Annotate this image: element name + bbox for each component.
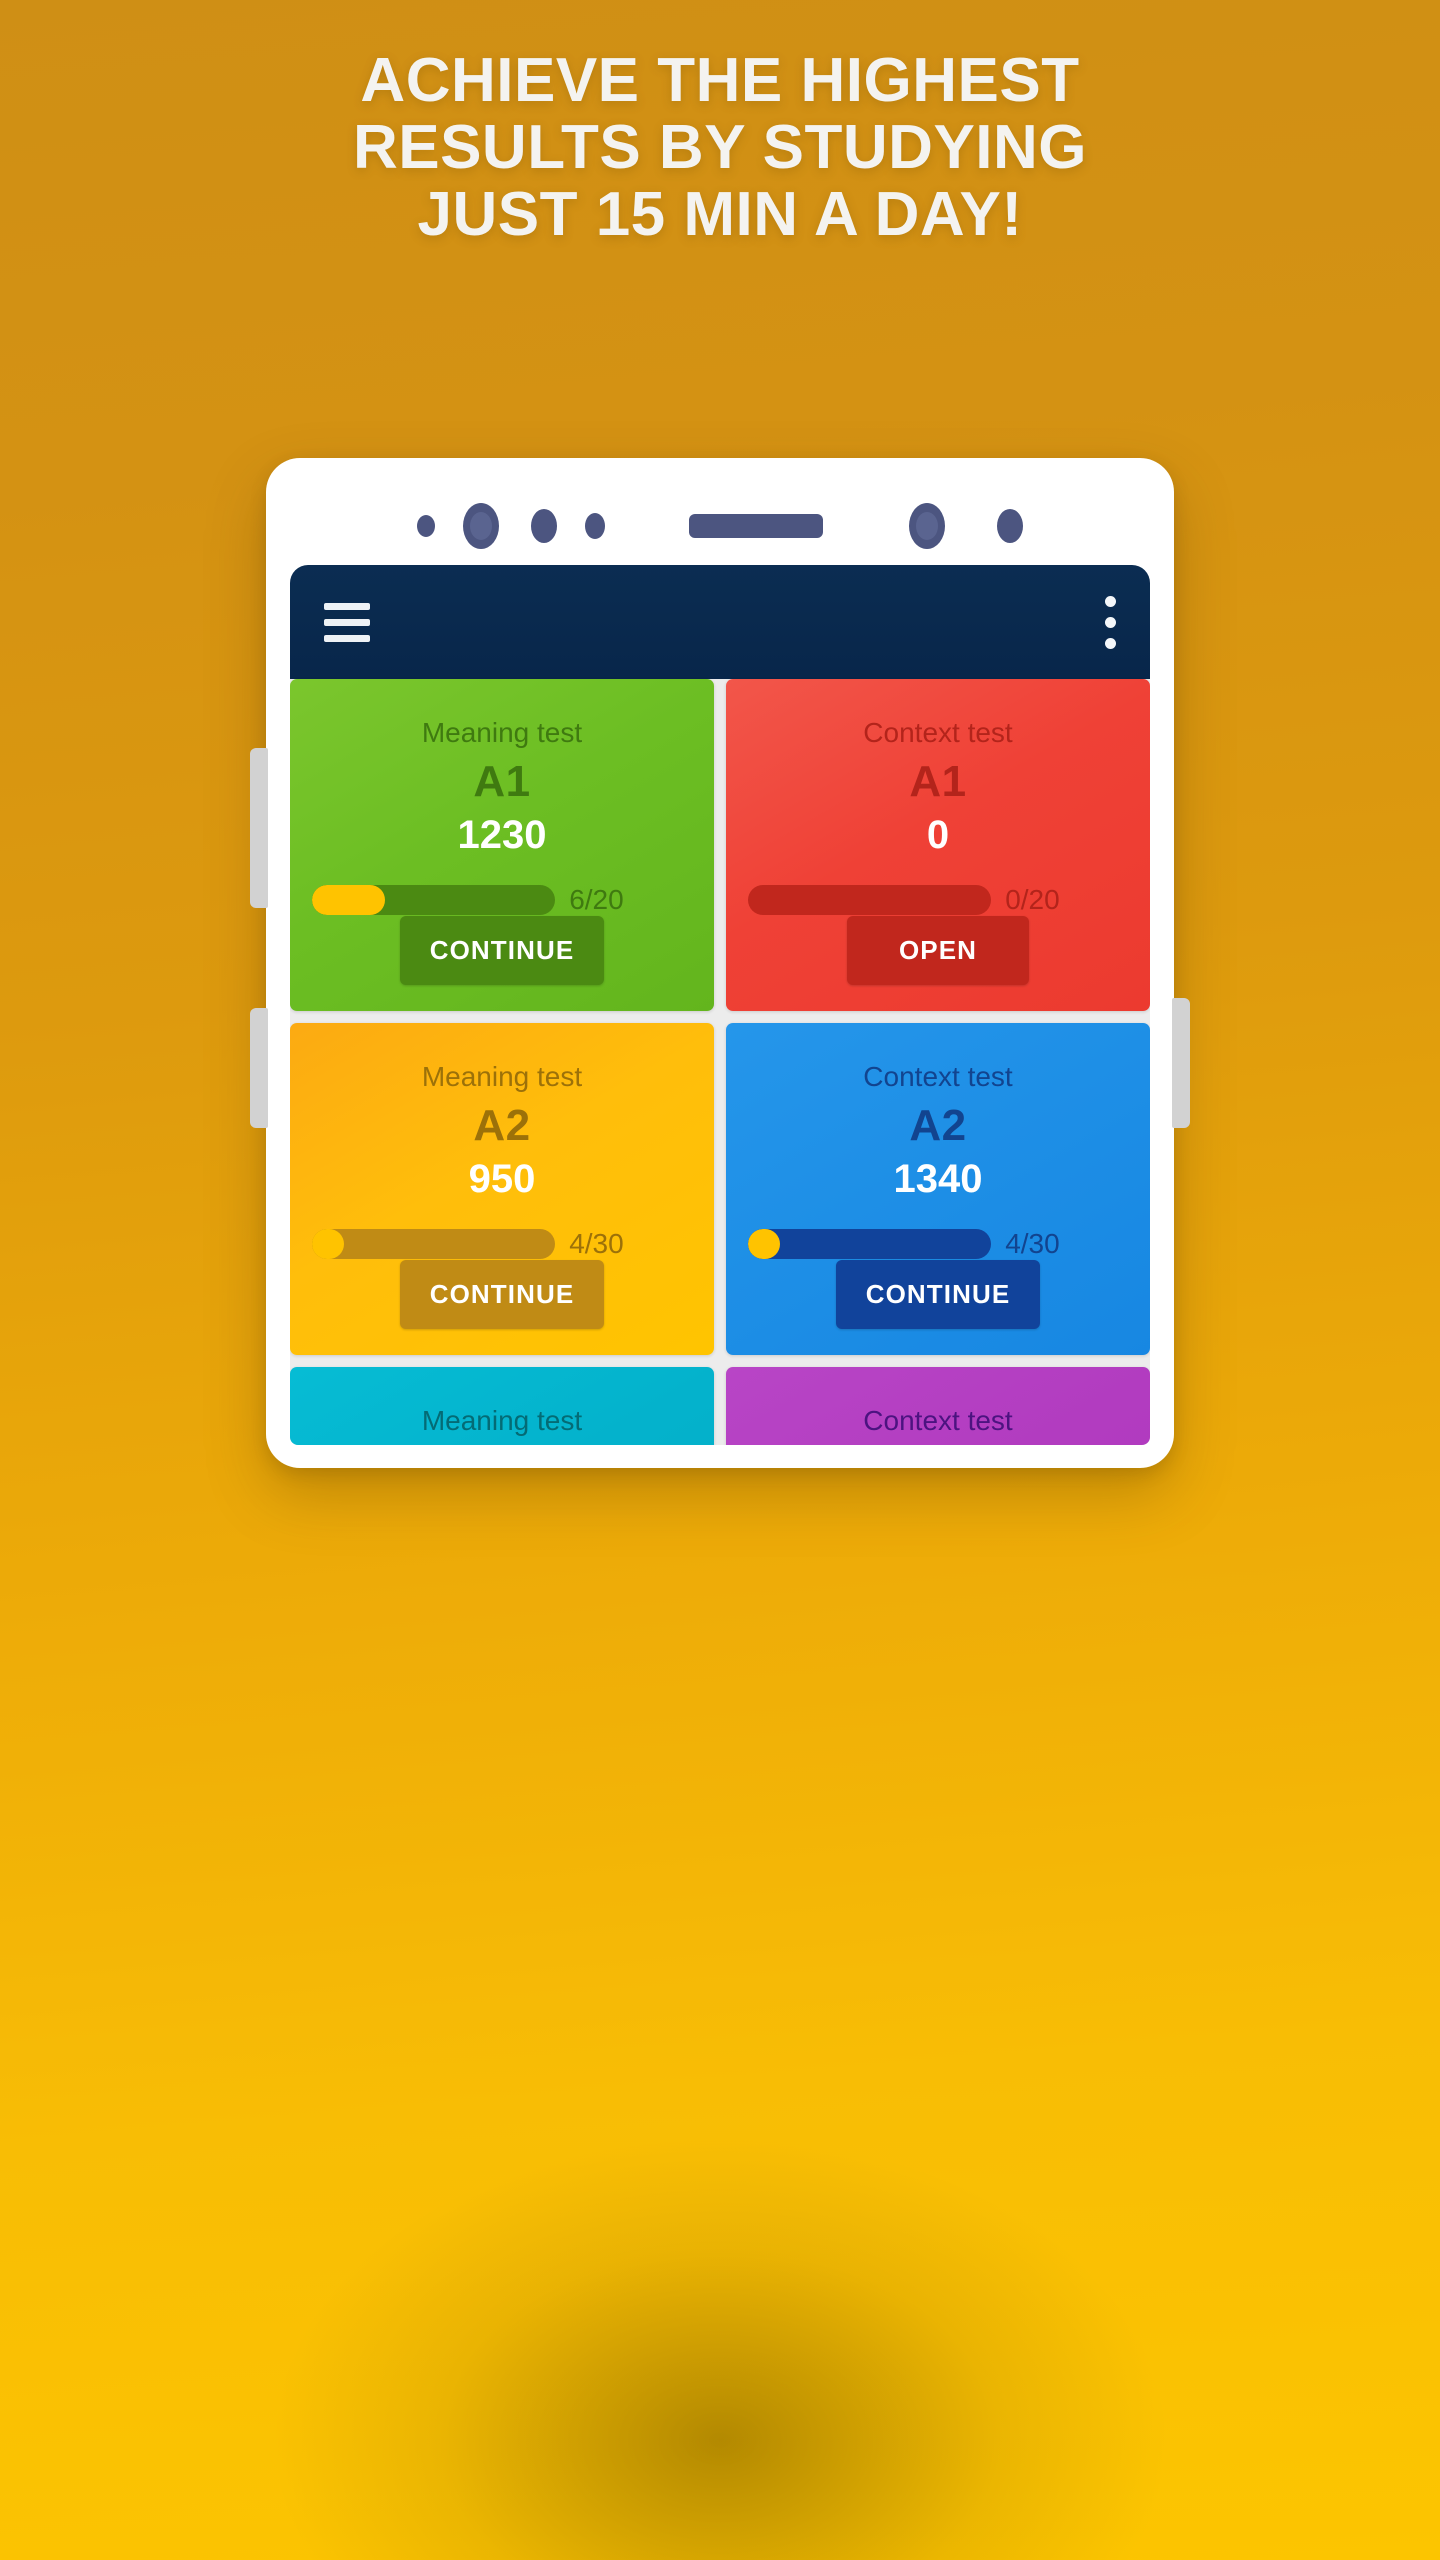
- test-card[interactable]: Meaning test B1 0 0/40 OPEN: [290, 1367, 714, 1445]
- card-level: A2: [909, 1101, 967, 1150]
- progress-fill: [312, 1229, 344, 1259]
- progress-track: [312, 885, 556, 915]
- headline-line-3: JUST 15 MIN A DAY!: [417, 179, 1023, 249]
- app-bar: [290, 565, 1150, 679]
- test-card[interactable]: Context test A2 1340 4/30 CONTINUE: [726, 1023, 1150, 1355]
- more-vertical-icon[interactable]: [1104, 595, 1116, 649]
- card-score: 950: [468, 1157, 536, 1201]
- promo-headline: ACHIEVE THE HIGHEST RESULTS BY STUDYING …: [0, 46, 1440, 249]
- card-title: Meaning test: [421, 717, 583, 748]
- card-score: 0: [926, 813, 950, 857]
- card-level: A1: [909, 757, 967, 806]
- progress-fraction: 4/30: [1005, 1228, 1060, 1259]
- earpiece-speaker-icon: [689, 514, 823, 538]
- card-progress-row: 4/30: [748, 1228, 1128, 1260]
- headline-line-2: RESULTS BY STUDYING: [352, 112, 1088, 182]
- card-action-button[interactable]: CONTINUE: [835, 1260, 1041, 1329]
- progress-fill: [312, 885, 385, 915]
- card-action-button[interactable]: CONTINUE: [399, 916, 605, 985]
- volume-up-button[interactable]: [250, 748, 268, 908]
- card-action-button[interactable]: OPEN: [847, 916, 1029, 985]
- progress-fill: [748, 1229, 780, 1259]
- progress-track: [748, 885, 992, 915]
- progress-fraction: 0/20: [1005, 884, 1060, 915]
- progress-fraction: 4/30: [569, 1228, 624, 1259]
- light-sensor-icon: [585, 513, 605, 539]
- led-indicator-icon: [997, 509, 1023, 543]
- card-progress-row: 0/20: [748, 884, 1128, 916]
- test-card[interactable]: Meaning test A2 950 4/30 CONTINUE: [290, 1023, 714, 1355]
- card-action-button[interactable]: CONTINUE: [399, 1260, 605, 1329]
- card-progress-row: 6/20: [312, 884, 692, 916]
- front-camera-icon: [463, 503, 499, 549]
- phone-body: Meaning test A1 1230 6/20 CONTINUE Conte…: [250, 458, 1190, 1468]
- phone-screen: Meaning test A1 1230 6/20 CONTINUE Conte…: [290, 565, 1150, 1445]
- secondary-camera-icon: [909, 503, 945, 549]
- card-score: 1340: [893, 1157, 983, 1201]
- card-title: Context test: [863, 1405, 1013, 1436]
- sensor-dot-icon: [417, 515, 435, 537]
- card-score: 1230: [457, 813, 547, 857]
- card-level: A2: [473, 1101, 531, 1150]
- progress-track: [312, 1229, 556, 1259]
- phone-mockup: Meaning test A1 1230 6/20 CONTINUE Conte…: [250, 458, 1190, 1468]
- test-card[interactable]: Context test B1 0 0/40 OPEN: [726, 1367, 1150, 1445]
- card-title: Meaning test: [421, 1061, 583, 1092]
- headline-line-1: ACHIEVE THE HIGHEST: [360, 46, 1080, 115]
- hamburger-menu-icon[interactable]: [324, 602, 370, 642]
- card-level: A1: [473, 757, 531, 806]
- phone-sensor-row: [266, 502, 1174, 550]
- card-progress-row: 4/30: [312, 1228, 692, 1260]
- test-card[interactable]: Meaning test A1 1230 6/20 CONTINUE: [290, 679, 714, 1011]
- power-button[interactable]: [1172, 998, 1190, 1128]
- test-card[interactable]: Context test A1 0 0/20 OPEN: [726, 679, 1150, 1011]
- test-card-grid: Meaning test A1 1230 6/20 CONTINUE Conte…: [290, 679, 1150, 1445]
- card-title: Context test: [863, 1061, 1013, 1092]
- card-title: Meaning test: [421, 1405, 583, 1436]
- card-title: Context test: [863, 717, 1013, 748]
- proximity-sensor-icon: [531, 509, 557, 543]
- progress-track: [748, 1229, 992, 1259]
- volume-down-button[interactable]: [250, 1008, 268, 1128]
- progress-fraction: 6/20: [569, 884, 624, 915]
